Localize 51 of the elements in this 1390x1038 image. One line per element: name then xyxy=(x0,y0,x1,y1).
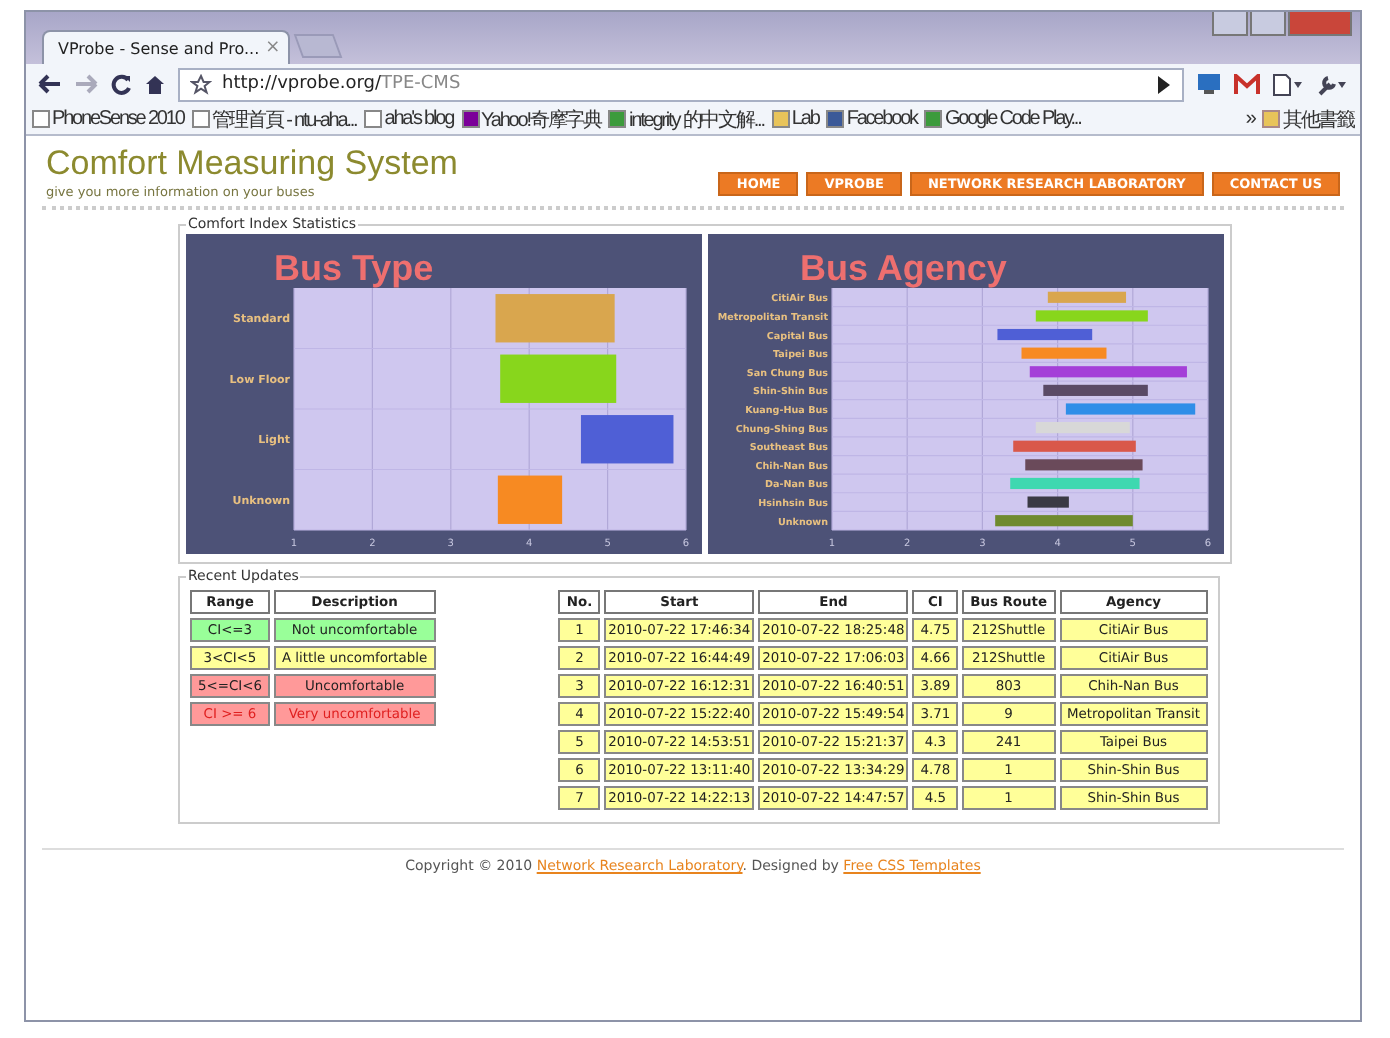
bookmark-icon xyxy=(608,110,627,128)
range-bar xyxy=(1047,291,1127,303)
more-bookmarks-button[interactable]: » xyxy=(1245,108,1255,130)
range-bar xyxy=(497,475,563,524)
range-bar xyxy=(1021,347,1107,359)
range-bar xyxy=(1025,459,1143,471)
chart-title: Bus Agency xyxy=(800,248,1007,288)
range-bar xyxy=(1035,310,1148,322)
chart-title: Bus Type xyxy=(274,248,434,288)
bookmark-link[interactable]: Google Code Play... xyxy=(924,108,1081,130)
range-bar xyxy=(1035,422,1130,434)
range-bar xyxy=(1065,403,1196,415)
bookmark-link[interactable]: aha's blog xyxy=(364,108,454,130)
range-bar xyxy=(580,415,674,464)
bookmark-link[interactable]: Facebook xyxy=(826,108,917,130)
range-bar xyxy=(995,515,1133,527)
bookmark-icon xyxy=(364,110,383,128)
bookmark-link[interactable]: 管理首頁 - ntu-aha... xyxy=(191,105,357,133)
wrench-icon[interactable] xyxy=(1316,73,1348,95)
range-bar xyxy=(1013,440,1136,452)
bookmark-link[interactable]: Lab xyxy=(771,108,819,130)
maximize-button[interactable] xyxy=(1250,12,1286,36)
bookmark-link[interactable]: PhoneSense 2010 xyxy=(32,108,184,130)
range-bar xyxy=(500,354,617,403)
home-icon[interactable] xyxy=(144,73,166,95)
range-bar xyxy=(1027,496,1069,508)
page-menu-icon[interactable] xyxy=(1272,73,1304,95)
back-icon[interactable] xyxy=(38,74,62,94)
bookmark-link[interactable]: integrity 的中文解... xyxy=(608,105,764,133)
bookmark-icon xyxy=(461,110,480,128)
bookmark-icon xyxy=(191,110,210,128)
bookmark-icon xyxy=(32,110,50,128)
reload-icon[interactable] xyxy=(110,73,132,95)
monitor-icon[interactable] xyxy=(1196,72,1222,96)
mail-icon[interactable] xyxy=(1234,73,1260,95)
url-text: http://vprobe.org/TPE-CMS xyxy=(222,74,461,94)
minimize-button[interactable] xyxy=(1212,12,1248,36)
site-title: Comfort Measuring System xyxy=(46,144,458,184)
bookmark-icon xyxy=(924,110,943,128)
folder-icon xyxy=(1262,110,1281,128)
play-icon[interactable] xyxy=(1156,75,1172,93)
bookmark-icon xyxy=(826,110,845,128)
other-bookmarks-folder[interactable]: 其他書籤 xyxy=(1262,105,1354,133)
tab-title: VProbe - Sense and Pro... xyxy=(58,39,260,57)
browser-tab[interactable]: VProbe - Sense and Pro... × xyxy=(42,30,290,64)
address-bar[interactable]: http://vprobe.org/TPE-CMS xyxy=(178,67,1184,101)
folder-icon xyxy=(771,110,790,128)
star-icon[interactable] xyxy=(190,73,212,95)
bookmark-link[interactable]: Yahoo!奇摩字典 xyxy=(461,105,601,133)
range-bar xyxy=(495,294,615,343)
range-bar xyxy=(1043,384,1148,396)
